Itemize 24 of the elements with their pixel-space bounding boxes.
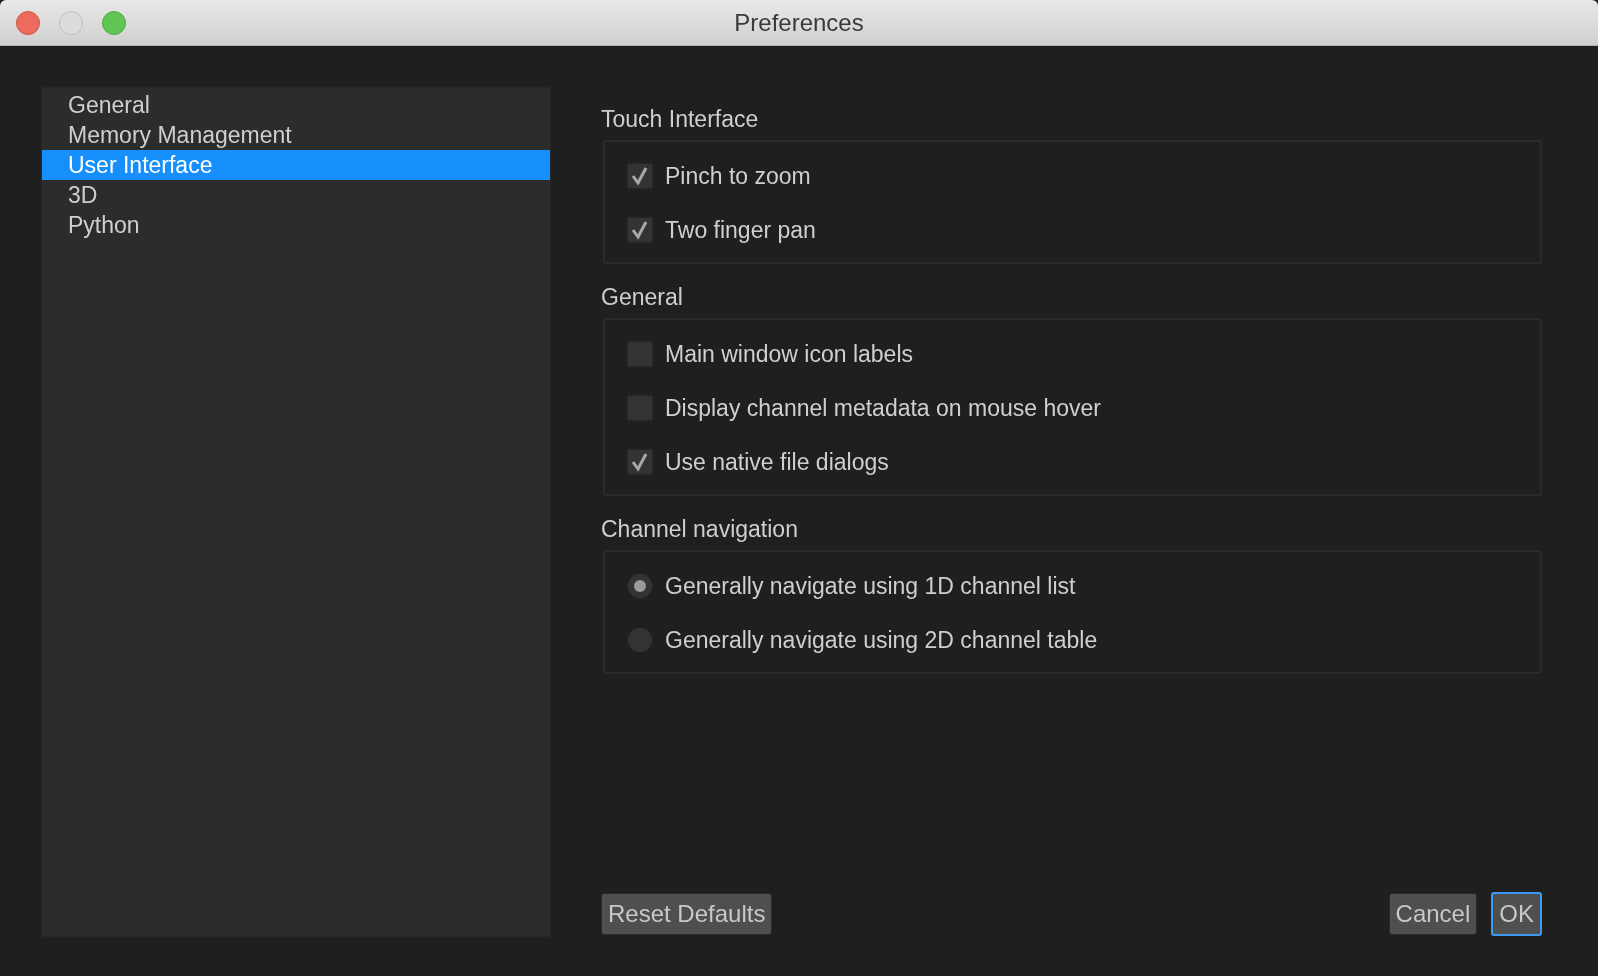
checkbox[interactable] <box>627 217 653 243</box>
option-label: Pinch to zoom <box>665 161 811 191</box>
radio-button[interactable] <box>627 573 653 599</box>
cancel-button[interactable]: Cancel <box>1388 893 1478 935</box>
sidebar-item[interactable]: 3D <box>42 180 550 210</box>
sidebar-item[interactable]: Memory Management <box>42 120 550 150</box>
option-label: Generally navigate using 1D channel list <box>665 571 1076 601</box>
option-label: Two finger pan <box>665 215 816 245</box>
checkbox[interactable] <box>627 449 653 475</box>
option-label: Display channel metadata on mouse hover <box>665 393 1101 423</box>
close-button[interactable] <box>16 10 40 35</box>
checkbox[interactable] <box>627 163 653 189</box>
sidebar-item[interactable]: Python <box>42 210 550 240</box>
group-heading: Channel navigation <box>601 515 799 544</box>
option-label: Generally navigate using 2D channel table <box>665 625 1098 655</box>
sidebar-item[interactable]: General <box>42 90 550 120</box>
group-heading: Touch Interface <box>601 105 760 134</box>
option-label: Main window icon labels <box>665 339 913 369</box>
window-title: Preferences <box>734 7 864 38</box>
ok-button[interactable]: OK <box>1491 892 1542 936</box>
option-label: Use native file dialogs <box>665 447 889 477</box>
zoom-button[interactable] <box>102 10 126 35</box>
group-heading: General <box>601 283 684 312</box>
reset-defaults-button[interactable]: Reset Defaults <box>601 893 773 935</box>
